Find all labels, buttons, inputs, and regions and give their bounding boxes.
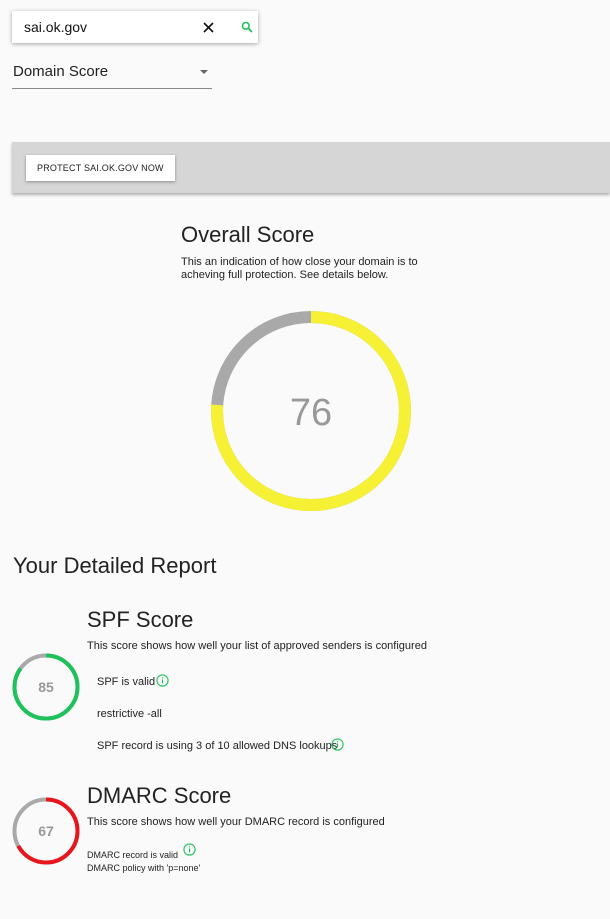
- spf-score-title: SPF Score: [87, 607, 194, 632]
- info-icon[interactable]: [156, 674, 169, 687]
- spf-score-gauge: 85: [12, 653, 80, 721]
- dmarc-score-gauge: 67: [12, 797, 80, 865]
- clear-search-button[interactable]: [198, 17, 218, 37]
- spf-check-item: restrictive -all: [97, 708, 162, 720]
- protect-domain-button[interactable]: PROTECT SAI.OK.GOV NOW: [26, 155, 175, 181]
- dmarc-score-value: 67: [38, 823, 54, 839]
- search-icon: [241, 21, 253, 33]
- overall-score-gauge: 76: [211, 311, 411, 511]
- close-icon: [202, 21, 214, 33]
- chevron-down-icon: [200, 70, 208, 74]
- spf-score-value: 85: [38, 679, 54, 695]
- search-button[interactable]: [238, 18, 256, 36]
- search-input[interactable]: [12, 11, 204, 43]
- search-box: [12, 11, 258, 43]
- protect-banner: PROTECT SAI.OK.GOV NOW: [12, 142, 610, 193]
- overall-score-value: 76: [290, 392, 332, 434]
- spf-score-description: This score shows how well your list of a…: [87, 640, 427, 652]
- dmarc-check-item: DMARC policy with 'p=none': [87, 863, 201, 873]
- dmarc-score-description: This score shows how well your DMARC rec…: [87, 816, 385, 828]
- spf-check-item: SPF is valid: [97, 676, 156, 688]
- score-type-select[interactable]: Domain Score: [12, 60, 212, 89]
- info-icon[interactable]: [331, 738, 344, 751]
- overall-score-title: Overall Score: [181, 222, 315, 247]
- overall-score-description: This an indication of how close your dom…: [181, 256, 418, 281]
- dmarc-check-item: DMARC record is valid: [87, 850, 179, 860]
- detailed-report-title: Your Detailed Report: [13, 553, 217, 578]
- select-value: Domain Score: [13, 63, 109, 80]
- dmarc-score-title: DMARC Score: [87, 783, 232, 808]
- spf-check-item: SPF record is using 3 of 10 allowed DNS …: [97, 740, 338, 752]
- info-icon[interactable]: [183, 843, 196, 856]
